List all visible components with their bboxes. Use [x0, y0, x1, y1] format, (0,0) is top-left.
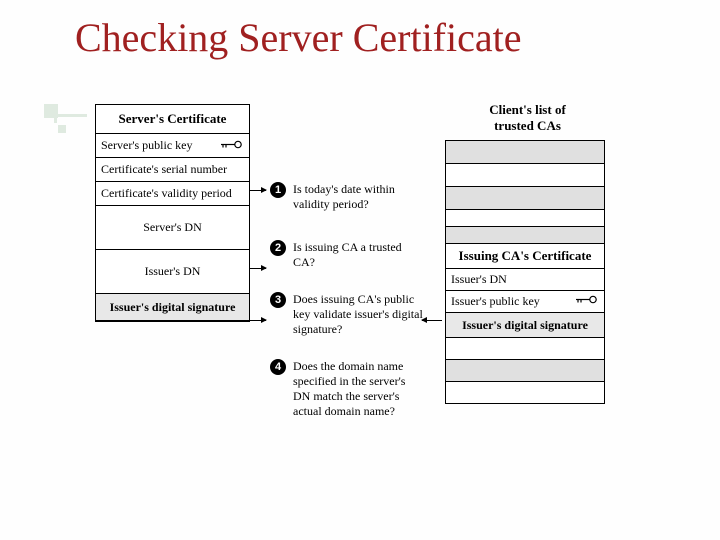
step-4: 4 Does the domain name specified in the … [270, 359, 430, 419]
ca-band [445, 163, 605, 187]
ca-band [445, 209, 605, 227]
ca-band [445, 360, 605, 382]
issuing-ca-certificate-box: Issuing CA's Certificate Issuer's DN Iss… [445, 243, 605, 338]
arrow-issuerdn-to-step2 [250, 268, 266, 269]
issuing-ca-header: Issuing CA's Certificate [446, 244, 604, 268]
step-4-text: Does the domain name specified in the se… [293, 359, 423, 419]
server-public-key-row: Server's public key [96, 134, 249, 158]
step-1-num: 1 [270, 182, 286, 198]
issuing-public-key-row: Issuer's public key [446, 290, 604, 312]
key-icon [576, 294, 598, 309]
step-1: 1 Is today's date within validity period… [270, 182, 430, 212]
ca-band [445, 186, 605, 210]
ca-band [445, 226, 605, 244]
decorative-square [58, 125, 66, 133]
server-dn-row: Server's DN [96, 206, 249, 250]
issuer-signature-row: Issuer's digital signature [96, 294, 249, 321]
issuing-public-key-label: Issuer's public key [451, 294, 540, 308]
step-2-text: Is issuing CA a trusted CA? [293, 240, 423, 270]
arrow-validity-to-step1 [250, 190, 266, 191]
cert-validity-row: Certificate's validity period [96, 182, 249, 206]
arrow-signature-to-step3 [250, 320, 266, 321]
step-2: 2 Is issuing CA a trusted CA? [270, 240, 430, 270]
verification-steps: 1 Is today's date within validity period… [270, 182, 430, 441]
step-2-num: 2 [270, 240, 286, 256]
ca-band [445, 140, 605, 164]
trusted-ca-stack: Issuing CA's Certificate Issuer's DN Iss… [445, 140, 605, 404]
step-3-text: Does issuing CA's public key validate is… [293, 292, 423, 337]
issuer-dn-row: Issuer's DN [96, 250, 249, 294]
server-public-key-label: Server's public key [101, 138, 192, 152]
arrow-issuing-to-step3 [422, 320, 442, 321]
page-title: Checking Server Certificate [75, 14, 521, 61]
step-4-num: 4 [270, 359, 286, 375]
issuing-issuer-dn-row: Issuer's DN [446, 268, 604, 290]
server-cert-header: Server's Certificate [96, 105, 249, 134]
step-1-text: Is today's date within validity period? [293, 182, 423, 212]
step-3: 3 Does issuing CA's public key validate … [270, 292, 430, 337]
ca-band [445, 382, 605, 404]
cert-serial-row: Certificate's serial number [96, 158, 249, 182]
decorative-corner [44, 104, 80, 140]
step-3-num: 3 [270, 292, 286, 308]
client-trusted-header: Client's list of trusted CAs [475, 102, 580, 133]
key-icon [221, 138, 243, 153]
issuing-signature-row: Issuer's digital signature [446, 312, 604, 337]
ca-band [445, 338, 605, 360]
server-certificate-box: Server's Certificate Server's public key… [95, 104, 250, 322]
